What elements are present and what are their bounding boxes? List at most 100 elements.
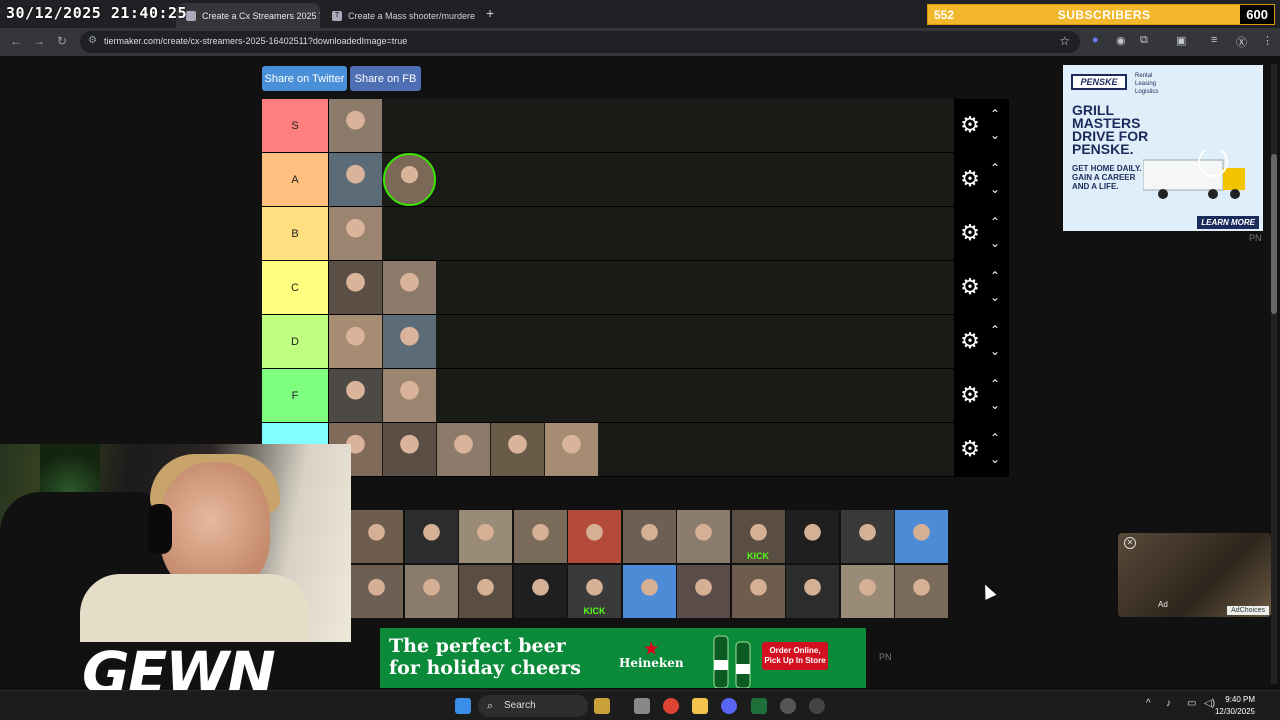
app-icon[interactable] (751, 698, 767, 714)
streamer-thumbnail[interactable] (437, 423, 490, 476)
pool-thumbnail[interactable]: KICK (568, 565, 621, 618)
penske-ad[interactable]: PENSKE Rental Leasing Logistics GRILL MA… (1063, 65, 1263, 231)
reload-icon[interactable]: ↻ (57, 34, 67, 48)
streamer-thumbnail[interactable] (545, 423, 598, 476)
widgets-icon[interactable] (594, 698, 610, 714)
extension-icon[interactable]: ● (1092, 34, 1099, 46)
pool-thumbnail[interactable] (404, 565, 458, 618)
pool-thumbnail[interactable] (677, 510, 730, 563)
pool-thumbnail[interactable] (786, 565, 839, 618)
windows-start-icon[interactable] (455, 698, 471, 714)
page-scrollbar[interactable] (1271, 64, 1277, 684)
streamer-thumbnail[interactable] (329, 261, 382, 314)
tier-items[interactable] (329, 315, 954, 368)
tier-label[interactable]: A (262, 153, 329, 206)
close-tab-icon[interactable]: ✕ (475, 9, 480, 22)
chevron-down-icon[interactable]: ⌄ (986, 398, 1004, 412)
pool-thumbnail[interactable]: KICK (731, 510, 785, 563)
chevron-up-icon[interactable]: ⌃ (986, 431, 1004, 445)
pool-thumbnail[interactable] (731, 565, 785, 618)
pool-thumbnail[interactable] (459, 510, 512, 563)
share-twitter-button[interactable]: Share on Twitter (262, 66, 347, 91)
streamer-thumbnail[interactable] (329, 369, 382, 422)
forward-icon[interactable]: → (33, 34, 45, 48)
microphone-icon[interactable]: ♪ (1166, 698, 1171, 709)
streamer-thumbnail[interactable] (329, 99, 382, 152)
streamer-thumbnail[interactable] (491, 423, 544, 476)
gear-icon[interactable]: ⚙ (958, 437, 982, 461)
url-field[interactable]: ⚙ tiermaker.com/create/cx-streamers-2025… (80, 31, 1080, 53)
tier-label[interactable]: S (262, 99, 329, 152)
pool-thumbnail[interactable] (622, 510, 676, 563)
pool-thumbnail[interactable] (459, 565, 512, 618)
pool-thumbnail[interactable] (677, 565, 730, 618)
pool-thumbnail[interactable] (350, 565, 403, 618)
chrome-icon[interactable] (663, 698, 679, 714)
new-tab-button[interactable]: + (486, 5, 494, 21)
gear-icon[interactable]: ⚙ (958, 329, 982, 353)
chevron-up-icon[interactable]: ⌃ (986, 323, 1004, 337)
streamer-thumbnail[interactable] (329, 315, 382, 368)
pool-thumbnail[interactable] (350, 510, 403, 563)
tier-items[interactable] (329, 99, 954, 152)
share-fb-button[interactable]: Share on FB (350, 66, 421, 91)
tier-items[interactable] (329, 207, 954, 260)
tier-items[interactable] (329, 369, 954, 422)
streamer-thumbnail[interactable] (383, 153, 436, 206)
media-icon[interactable]: ≡ (1211, 34, 1217, 46)
pool-thumbnail[interactable] (786, 510, 839, 563)
site-info-icon[interactable]: ⚙ (88, 35, 97, 46)
pool-thumbnail[interactable] (840, 510, 894, 563)
gear-icon[interactable]: ⚙ (958, 275, 982, 299)
streamer-thumbnail[interactable] (383, 423, 436, 476)
pool-thumbnail[interactable] (840, 565, 894, 618)
chevron-down-icon[interactable]: ⌄ (986, 290, 1004, 304)
scrollbar-thumb[interactable] (1271, 154, 1277, 314)
discord-icon[interactable] (721, 698, 737, 714)
tier-items[interactable] (329, 261, 954, 314)
network-icon[interactable]: ▭ (1187, 698, 1196, 709)
menu-icon[interactable]: ⋮ (1262, 34, 1273, 47)
chevron-down-icon[interactable]: ⌄ (986, 182, 1004, 196)
volume-icon[interactable]: ◁) (1204, 698, 1215, 709)
pool-thumbnail[interactable] (513, 510, 567, 563)
gear-icon[interactable]: ⚙ (958, 113, 982, 137)
sidebar-icon[interactable]: ▣ (1176, 34, 1186, 47)
tier-label[interactable]: F (262, 369, 329, 422)
tier-label[interactable]: C (262, 261, 329, 314)
gear-icon[interactable]: ⚙ (958, 221, 982, 245)
tier-items[interactable] (329, 153, 954, 206)
streamer-thumbnail[interactable] (383, 315, 436, 368)
gear-icon[interactable]: ⚙ (958, 383, 982, 407)
tier-items[interactable] (329, 423, 954, 476)
bookmark-star-icon[interactable]: ☆ (1059, 34, 1070, 48)
heineken-ad[interactable]: The perfect beer for holiday cheers ★ He… (380, 628, 866, 688)
clock-icon[interactable] (809, 698, 825, 714)
tier-label[interactable]: B (262, 207, 329, 260)
chevron-down-icon[interactable]: ⌄ (986, 236, 1004, 250)
video-ad[interactable]: ✕ Ad AdChoices (1118, 533, 1271, 617)
order-online-button[interactable]: Order Online, Pick Up In Store (762, 642, 828, 670)
pool-thumbnail[interactable] (895, 565, 948, 618)
chevron-down-icon[interactable]: ⌄ (986, 128, 1004, 142)
tab-tiermaker[interactable]: Create a Cx Streamers 2025 Tier ✕ (176, 3, 320, 28)
learn-more-button[interactable]: LEARN MORE (1197, 216, 1259, 229)
chevron-down-icon[interactable]: ⌄ (986, 344, 1004, 358)
pool-thumbnail[interactable] (568, 510, 621, 563)
adchoices-button[interactable]: AdChoices (1227, 606, 1269, 615)
taskbar-search[interactable]: ⌕ Search (478, 695, 588, 717)
pool-thumbnail[interactable] (895, 510, 948, 563)
file-explorer-icon[interactable] (692, 698, 708, 714)
chevron-up-icon[interactable]: ⌃ (986, 107, 1004, 121)
chevron-up-icon[interactable]: ⌃ (986, 215, 1004, 229)
chevron-up-icon[interactable]: ⌃ (986, 377, 1004, 391)
profile-avatar[interactable]: Ⓧ (1236, 34, 1247, 50)
chevron-up-icon[interactable]: ⌃ (986, 161, 1004, 175)
pool-thumbnail[interactable] (622, 565, 676, 618)
pool-thumbnail[interactable] (404, 510, 458, 563)
chevron-down-icon[interactable]: ⌄ (986, 452, 1004, 466)
app-icon[interactable] (780, 698, 796, 714)
extension-icon[interactable]: ◉ (1116, 34, 1126, 47)
tray-chevron-icon[interactable]: ^ (1146, 698, 1151, 709)
streamer-thumbnail[interactable] (329, 207, 382, 260)
